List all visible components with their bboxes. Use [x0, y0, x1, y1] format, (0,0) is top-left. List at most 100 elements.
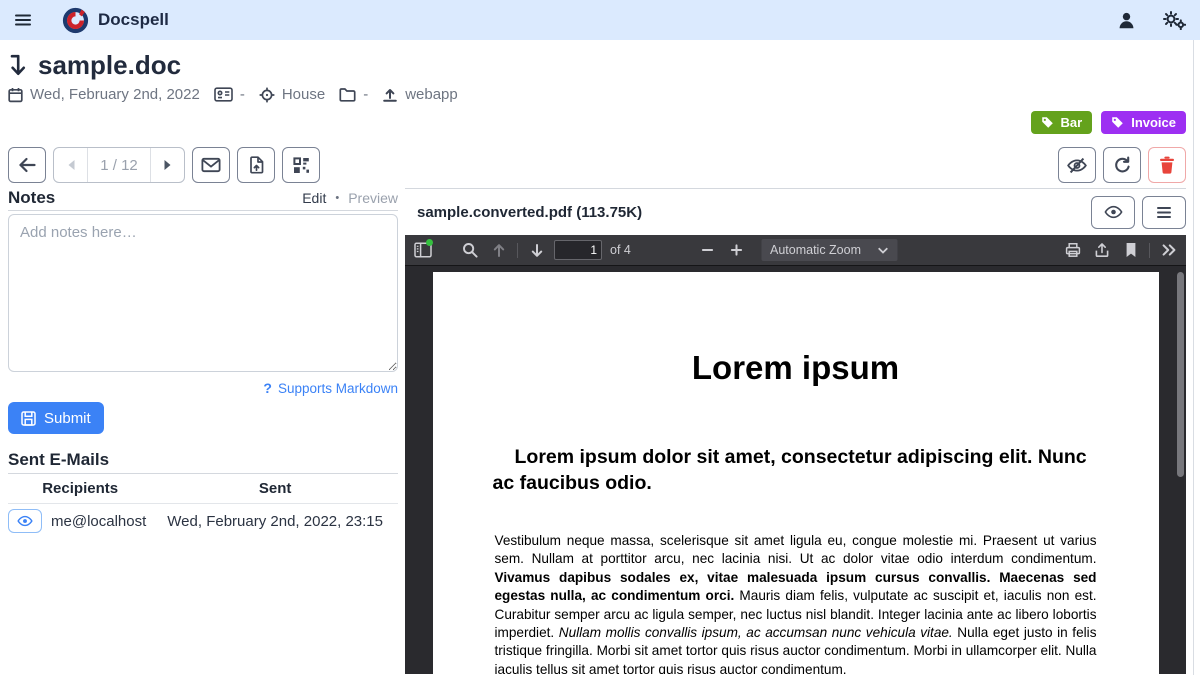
- pdf-right-tools: [1059, 237, 1182, 263]
- zoom-tools: Automatic Zoom: [694, 235, 897, 265]
- left-column: Notes Edit • Preview ? Supports Markdown…: [8, 188, 398, 538]
- col-recipients: Recipients: [8, 475, 152, 504]
- notes-preview-link[interactable]: Preview: [348, 190, 398, 206]
- notes-link-separator: •: [335, 192, 339, 204]
- print-icon[interactable]: [1059, 237, 1086, 263]
- bookmark-icon[interactable]: [1117, 237, 1144, 263]
- sent-emails-section: Sent E-Mails Recipients Sent me@localhos…: [8, 450, 398, 538]
- settings-cogs-icon[interactable]: [1162, 11, 1186, 30]
- send-mail-button[interactable]: [192, 147, 230, 183]
- tag-badge[interactable]: Bar: [1031, 111, 1093, 134]
- pdf-viewer: of 4 Automatic Zoom: [405, 235, 1186, 674]
- toolbar-separator: [1149, 243, 1150, 258]
- pdf-page: Lorem ipsum Lorem ipsum dolor sit amet, …: [433, 272, 1159, 674]
- page-down-icon[interactable]: [523, 237, 550, 263]
- zoom-in-icon[interactable]: [723, 237, 750, 263]
- brand-name: Docspell: [98, 10, 169, 30]
- tag-icon: [1111, 116, 1124, 129]
- zoom-select[interactable]: Automatic Zoom: [761, 239, 897, 261]
- pdf-doc-subtitle: Lorem ipsum dolor sit amet, consectetur …: [493, 444, 1103, 496]
- tag-badge[interactable]: Invoice: [1101, 111, 1186, 134]
- page-scrollbar-track[interactable]: [1193, 40, 1194, 675]
- address-card-icon: [214, 87, 233, 102]
- sidebar-toggle-icon[interactable]: [409, 237, 436, 263]
- prev-page-button[interactable]: [54, 148, 88, 182]
- notification-dot: [426, 239, 433, 246]
- top-navbar: Docspell: [0, 0, 1200, 40]
- folder-value: -: [363, 86, 368, 103]
- add-files-button[interactable]: [237, 147, 275, 183]
- attachment-menu-button[interactable]: [1142, 196, 1186, 229]
- delete-button[interactable]: [1148, 147, 1186, 183]
- chevron-down-icon: [877, 247, 888, 254]
- submit-notes-button[interactable]: Submit: [8, 402, 104, 434]
- brand[interactable]: Docspell: [62, 7, 169, 34]
- pdf-paragraph: Vestibulum neque massa, scelerisque sit …: [495, 532, 1097, 674]
- sent-emails-title: Sent E-Mails: [8, 450, 109, 470]
- source-item: webapp: [382, 86, 458, 103]
- attachment-buttons: [1091, 196, 1186, 229]
- save-icon: [21, 411, 36, 426]
- pdf-text-run: Vestibulum neque massa, scelerisque sit …: [495, 533, 1097, 566]
- document-date: Wed, February 2nd, 2022: [30, 86, 200, 103]
- attachment-panel: sample.converted.pdf (113.75K): [405, 188, 1186, 674]
- notes-header: Notes Edit • Preview: [8, 188, 398, 211]
- view-mail-button[interactable]: [8, 509, 42, 533]
- eye-icon: [17, 515, 33, 527]
- page-count-label: of 4: [610, 243, 631, 257]
- reprocess-button[interactable]: [1103, 147, 1141, 183]
- zoom-out-icon[interactable]: [694, 237, 721, 263]
- sent-emails-table: Recipients Sent me@localhost Wed, Februar…: [8, 475, 398, 538]
- pdf-toolbar: of 4 Automatic Zoom: [405, 235, 1186, 266]
- zoom-select-value: Automatic Zoom: [770, 243, 861, 257]
- page-up-icon[interactable]: [485, 237, 512, 263]
- attachment-header: sample.converted.pdf (113.75K): [405, 189, 1186, 235]
- notes-input[interactable]: [8, 214, 398, 372]
- folder-item: -: [339, 86, 368, 103]
- sent-emails-header: Sent E-Mails: [8, 450, 398, 474]
- col-sent: Sent: [152, 475, 398, 504]
- markdown-hint-link[interactable]: ? Supports Markdown: [8, 380, 398, 396]
- back-button[interactable]: [8, 147, 46, 183]
- notes-edit-link[interactable]: Edit: [302, 190, 326, 206]
- document-meta-row: Wed, February 2nd, 2022 - House - webapp: [8, 86, 1186, 103]
- notes-title: Notes: [8, 188, 55, 208]
- item-toolbar: 1 / 12: [0, 147, 1200, 183]
- calendar-icon: [8, 87, 23, 103]
- concerning-value: House: [282, 86, 325, 103]
- tag-label: Bar: [1061, 115, 1083, 130]
- source-value: webapp: [405, 86, 458, 103]
- toolbar-separator: [517, 243, 518, 258]
- toolbar-right-group: [1058, 147, 1186, 183]
- pdf-doc-title: Lorem ipsum: [433, 272, 1159, 388]
- preview-eye-button[interactable]: [1091, 196, 1135, 229]
- markdown-hint-label: Supports Markdown: [278, 381, 398, 396]
- docspell-logo-icon: [62, 7, 89, 34]
- find-icon[interactable]: [456, 237, 483, 263]
- sent-emails-body: me@localhost Wed, February 2nd, 2022, 23:…: [8, 504, 398, 539]
- more-tools-chevrons-icon[interactable]: [1155, 237, 1182, 263]
- download-icon[interactable]: [1088, 237, 1115, 263]
- mail-recipient: me@localhost: [51, 513, 146, 530]
- question-icon: ?: [263, 380, 272, 396]
- tag-icon: [1041, 116, 1054, 129]
- notes-mode-links: Edit • Preview: [302, 190, 398, 206]
- page-navigation: 1 / 12: [53, 147, 185, 183]
- toolbar-left-group: 1 / 12: [8, 147, 320, 183]
- pdf-page-input[interactable]: [554, 240, 602, 260]
- date-item: Wed, February 2nd, 2022: [8, 86, 200, 103]
- pdf-scrollbar-thumb[interactable]: [1177, 272, 1184, 477]
- download-arrow-icon[interactable]: [8, 53, 28, 78]
- concerning-item: House: [259, 86, 325, 103]
- hamburger-menu-icon[interactable]: [14, 11, 32, 29]
- mail-sent-date: Wed, February 2nd, 2022, 23:15: [152, 504, 398, 539]
- correspondent-value: -: [240, 86, 245, 103]
- upload-icon: [382, 87, 398, 103]
- user-account-icon[interactable]: [1117, 11, 1136, 30]
- qr-code-button[interactable]: [282, 147, 320, 183]
- next-page-button[interactable]: [150, 148, 184, 182]
- table-row: me@localhost Wed, February 2nd, 2022, 23:…: [8, 504, 398, 539]
- unconfirm-eye-slash-button[interactable]: [1058, 147, 1096, 183]
- main-content: Notes Edit • Preview ? Supports Markdown…: [0, 188, 1200, 674]
- crosshair-icon: [259, 87, 275, 103]
